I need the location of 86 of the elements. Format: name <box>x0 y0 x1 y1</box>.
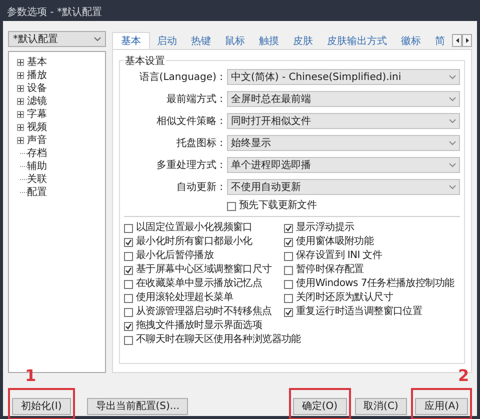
checkbox-label: 拖拽文件播放时显示界面选项 <box>136 321 262 331</box>
checkbox-label: 使用窗体吸附功能 <box>296 237 374 247</box>
checkbox[interactable] <box>227 202 236 210</box>
checkbox-label: 基于屏幕中心区域调整窗口尺寸 <box>136 265 272 275</box>
tab[interactable]: 热键 <box>184 34 218 49</box>
checkbox[interactable] <box>284 266 293 274</box>
tree-item[interactable]: 字幕 <box>27 110 47 120</box>
checkbox[interactable] <box>124 266 133 274</box>
tree-item[interactable]: 滤镜 <box>27 96 47 106</box>
tab[interactable]: 皮肤 <box>286 34 320 49</box>
tab[interactable]: 触摸 <box>252 34 286 49</box>
scroll-right-button[interactable] <box>462 34 472 47</box>
tab[interactable]: 简 <box>428 34 452 49</box>
checkbox[interactable] <box>124 238 133 246</box>
chevron-down-icon <box>449 162 456 168</box>
chevron-down-icon <box>449 184 456 190</box>
field-label: 相似文件策略 : <box>155 114 223 128</box>
chevron-down-icon <box>94 36 101 42</box>
tree-item[interactable]: 关联 <box>27 174 47 184</box>
dialog-button[interactable]: 取消(C) <box>354 398 408 414</box>
checkbox-label: 关闭时还原为默认尺寸 <box>296 293 394 303</box>
field-label: 托盘图标 : <box>175 136 223 150</box>
field-label: 多重处理方式 : <box>155 158 223 172</box>
field-label: 语言(Language) : <box>138 70 223 84</box>
checkbox-label: 重复运行时适当调整窗口位置 <box>296 307 422 317</box>
annotation-number: 2 <box>458 368 470 384</box>
tree-item[interactable]: 配置 <box>27 188 47 198</box>
checkbox-label: 最小化时所有窗口都最小化 <box>136 237 252 247</box>
dialog-button[interactable]: 应用(A) <box>415 398 468 414</box>
chevron-down-icon <box>449 140 456 146</box>
checkbox-label: 使用Windows 7任务栏播放控制功能 <box>296 279 454 289</box>
tree-item[interactable]: 辅助 <box>27 162 47 172</box>
dropdown[interactable]: 始终显示 <box>227 135 460 151</box>
checkbox-label: 显示浮动提示 <box>296 223 354 233</box>
left-arrow-icon <box>456 38 458 43</box>
checkbox[interactable] <box>124 336 133 344</box>
checkbox[interactable] <box>284 280 293 288</box>
dropdown[interactable]: 同时打开相似文件 <box>227 113 460 129</box>
checkbox-label: 暂停时保存配置 <box>296 265 364 275</box>
checkbox[interactable] <box>124 322 133 330</box>
tab[interactable]: 启动 <box>150 34 184 49</box>
annotation-number: 1 <box>25 368 36 384</box>
checkbox-label: 不聊天时在聊天区使用各种浏览器功能 <box>136 335 301 345</box>
checkbox[interactable] <box>124 280 133 288</box>
checkbox[interactable] <box>284 238 293 246</box>
dropdown[interactable]: 中文(简体) - Chinese(Simplified).ini <box>227 69 460 85</box>
tab[interactable]: 鼠标 <box>218 34 252 49</box>
tree-item[interactable]: 存档 <box>27 148 47 158</box>
right-arrow-icon <box>466 38 468 43</box>
dropdown[interactable]: 全屏时总在最前端 <box>227 91 460 107</box>
checkbox-label: 在收藏菜单中显示播放记忆点 <box>136 279 262 289</box>
checkbox[interactable] <box>284 224 293 232</box>
tab[interactable]: 基本 <box>112 32 150 49</box>
field-label: 自动更新 : <box>175 180 223 194</box>
tree-item[interactable]: 设备 <box>27 84 47 94</box>
tab[interactable]: 徽标 <box>394 34 428 49</box>
dialog-button[interactable]: 确定(O) <box>292 398 347 414</box>
tab[interactable]: 皮肤输出方式 <box>320 34 394 49</box>
dialog-button[interactable]: 导出当前配置(S)... <box>86 398 188 414</box>
dropdown[interactable]: 不使用自动更新 <box>227 179 460 195</box>
checkbox-label: 预先下载更新文件 <box>239 201 317 211</box>
checkbox-label: 以固定位置最小化视频窗口 <box>136 223 252 233</box>
chevron-down-icon <box>449 74 456 80</box>
checkbox[interactable] <box>124 294 133 302</box>
field-label: 最前端方式 : <box>165 92 223 106</box>
checkbox[interactable] <box>124 252 133 260</box>
checkbox[interactable] <box>284 252 293 260</box>
checkbox-label: 最小化后暂停播放 <box>136 251 214 261</box>
profile-dropdown[interactable]: *默认配置 <box>8 31 106 47</box>
chevron-down-icon <box>449 96 456 102</box>
window-title: 参数选项 - *默认配置 <box>7 6 102 20</box>
scroll-left-button[interactable] <box>452 34 462 47</box>
tree-item[interactable]: 视频 <box>27 122 47 132</box>
tree-item[interactable]: 播放 <box>27 70 47 80</box>
tree-item[interactable]: 基本 <box>27 58 47 68</box>
checkbox[interactable] <box>124 308 133 316</box>
tree-item[interactable]: 声音 <box>27 136 47 146</box>
checkbox[interactable] <box>284 294 293 302</box>
dialog-button[interactable]: 初始化(I) <box>12 398 71 414</box>
checkbox[interactable] <box>124 224 133 232</box>
checkbox-label: 保存设置到 INI 文件 <box>296 251 382 261</box>
checkbox[interactable] <box>284 308 293 316</box>
chevron-down-icon <box>449 118 456 124</box>
checkbox-label: 使用滚轮处理超长菜单 <box>136 293 234 303</box>
dropdown[interactable]: 单个进程即选即播 <box>227 157 460 173</box>
checkbox-label: 从资源管理器启动时不转移焦点 <box>136 307 272 317</box>
